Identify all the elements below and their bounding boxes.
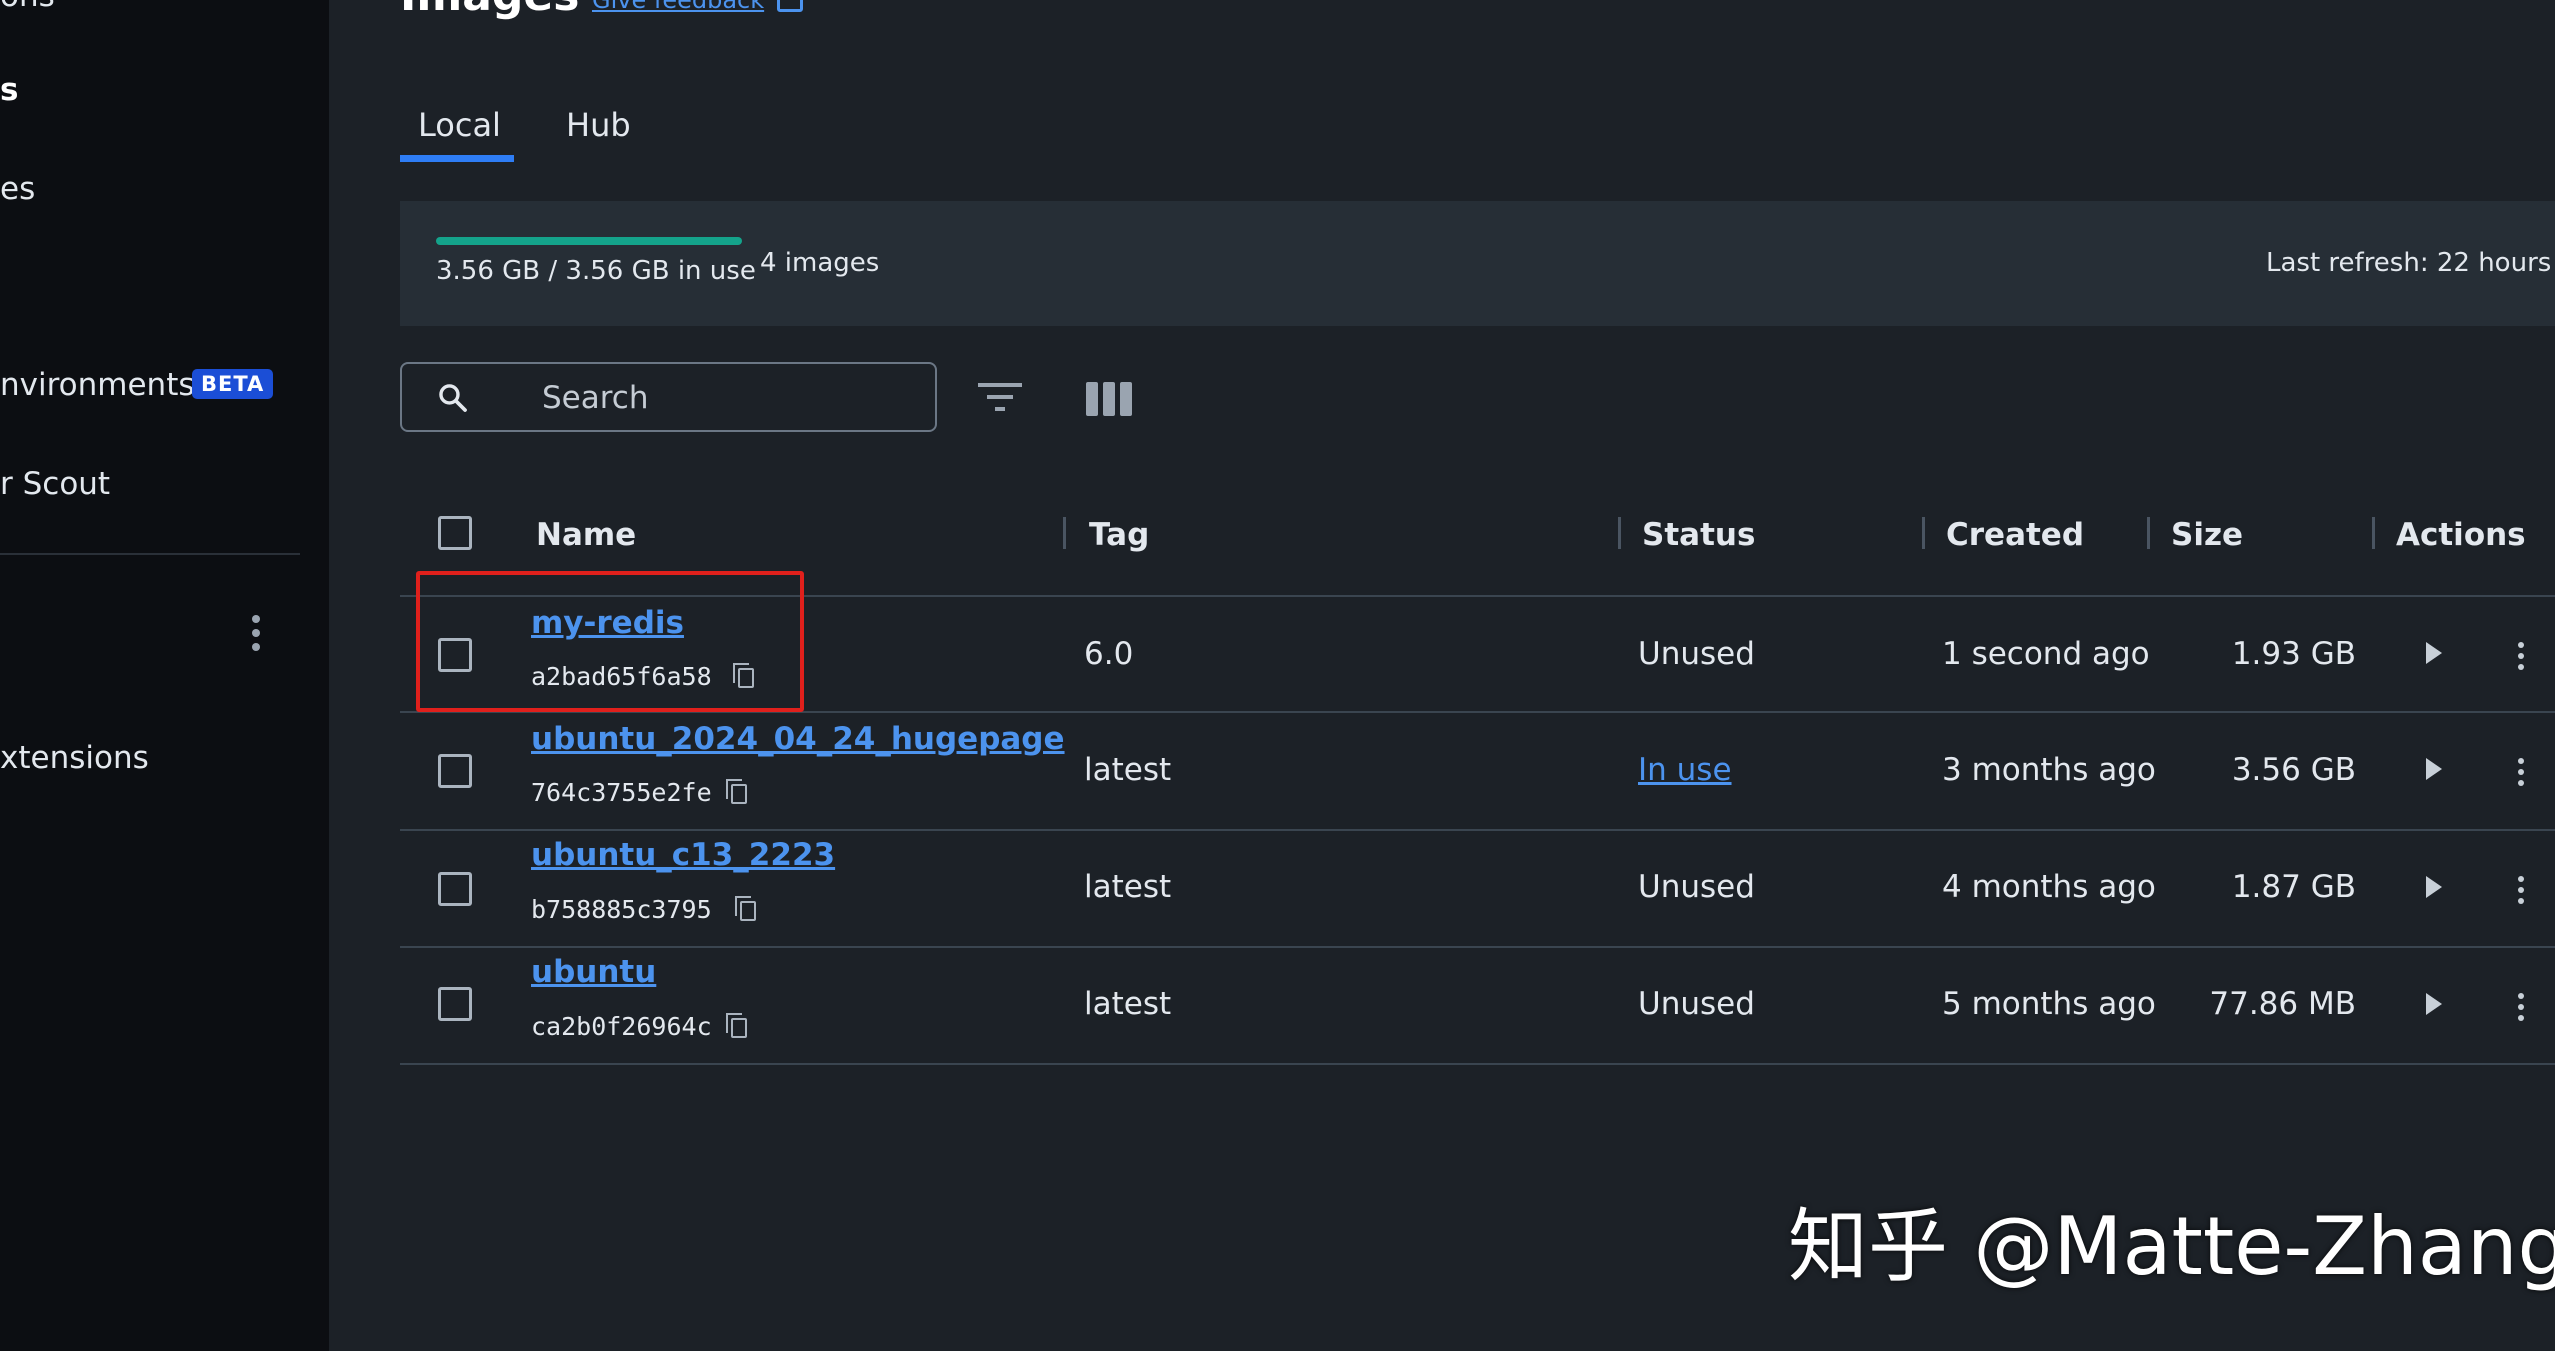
column-separator xyxy=(1922,517,1925,549)
image-name-link[interactable]: ubuntu_2024_04_24_hugepage xyxy=(531,721,1065,757)
column-separator xyxy=(1063,517,1066,549)
image-size: 1.93 GB xyxy=(2231,636,2356,672)
row-divider xyxy=(400,829,2555,831)
row-divider xyxy=(400,946,2555,948)
select-all-checkbox[interactable] xyxy=(438,516,472,550)
column-header-name[interactable]: Name xyxy=(536,517,636,553)
tab-hub[interactable]: Hub xyxy=(566,106,631,144)
row-divider xyxy=(400,1063,2555,1065)
image-tag: latest xyxy=(1084,752,1172,788)
last-refresh: Last refresh: 22 hours ago xyxy=(2266,248,2555,278)
tab-local[interactable]: Local xyxy=(418,106,501,144)
disk-usage-bar xyxy=(436,237,742,245)
image-name-link[interactable]: ubuntu xyxy=(531,954,656,990)
image-created: 1 second ago xyxy=(1942,636,2150,672)
sidebar-item-dev-environments[interactable]: nvironments xyxy=(0,367,195,403)
row-checkbox[interactable] xyxy=(438,987,472,1021)
sidebar-item-docker-scout[interactable]: r Scout xyxy=(0,466,110,502)
image-id: ca2b0f26964c xyxy=(531,1012,712,1041)
copy-icon[interactable] xyxy=(726,1013,747,1038)
image-tag: 6.0 xyxy=(1084,636,1134,672)
sidebar-item-volumes[interactable]: es xyxy=(0,171,35,207)
run-icon[interactable] xyxy=(2426,876,2442,898)
sidebar-item-images[interactable]: s xyxy=(0,72,18,108)
run-icon[interactable] xyxy=(2426,758,2442,780)
column-separator xyxy=(1618,517,1621,549)
search-icon xyxy=(439,384,467,412)
page-title: Images xyxy=(400,0,579,21)
image-size: 1.87 GB xyxy=(2231,869,2356,905)
column-header-status[interactable]: Status xyxy=(1642,517,1755,553)
column-header-tag[interactable]: Tag xyxy=(1089,517,1149,553)
filter-icon[interactable] xyxy=(978,380,1022,414)
image-created: 3 months ago xyxy=(1942,752,2156,788)
row-checkbox[interactable] xyxy=(438,754,472,788)
sidebar: ons s es nvironments BETA r Scout xtensi… xyxy=(0,0,329,1351)
copy-icon[interactable] xyxy=(726,779,747,804)
image-status: Unused xyxy=(1638,986,1755,1022)
more-options-icon[interactable] xyxy=(2518,876,2524,909)
run-icon[interactable] xyxy=(2426,993,2442,1015)
sidebar-divider xyxy=(0,553,300,555)
highlight-annotation-box xyxy=(416,571,804,712)
run-icon[interactable] xyxy=(2426,642,2442,664)
image-status: Unused xyxy=(1638,636,1755,672)
image-tag: latest xyxy=(1084,869,1172,905)
column-header-size[interactable]: Size xyxy=(2171,517,2243,553)
active-tab-indicator xyxy=(400,155,514,162)
give-feedback-link[interactable]: Give feedback xyxy=(592,0,764,14)
image-tag: latest xyxy=(1084,986,1172,1022)
column-header-created[interactable]: Created xyxy=(1946,517,2084,553)
more-options-icon[interactable] xyxy=(2518,993,2524,1026)
image-id: b758885c3795 xyxy=(531,895,712,924)
more-options-icon[interactable] xyxy=(2518,642,2524,675)
image-size: 77.86 MB xyxy=(2209,986,2356,1022)
image-created: 4 months ago xyxy=(1942,869,2156,905)
feedback-icon[interactable] xyxy=(777,0,803,12)
beta-badge: BETA xyxy=(192,369,274,399)
copy-icon[interactable] xyxy=(735,896,756,921)
column-separator xyxy=(2372,517,2375,549)
search-input[interactable] xyxy=(540,376,924,420)
image-name-link[interactable]: ubuntu_c13_2223 xyxy=(531,837,835,873)
disk-usage-text: 3.56 GB / 3.56 GB in use xyxy=(436,256,756,286)
sidebar-item-containers[interactable]: ons xyxy=(0,0,55,14)
columns-icon[interactable] xyxy=(1086,382,1132,416)
row-checkbox[interactable] xyxy=(438,872,472,906)
column-header-actions: Actions xyxy=(2396,517,2526,553)
image-count: 4 images xyxy=(760,248,880,278)
image-status: Unused xyxy=(1638,869,1755,905)
image-created: 5 months ago xyxy=(1942,986,2156,1022)
sidebar-item-extensions[interactable]: xtensions xyxy=(0,740,149,776)
more-options-icon[interactable] xyxy=(2518,758,2524,791)
image-size: 3.56 GB xyxy=(2231,752,2356,788)
image-status-link[interactable]: In use xyxy=(1638,752,1732,788)
image-id: 764c3755e2fe xyxy=(531,778,712,807)
column-separator xyxy=(2147,517,2150,549)
watermark: 知乎 @Matte-Zhang xyxy=(1788,1200,2555,1293)
search-box[interactable] xyxy=(400,362,937,432)
